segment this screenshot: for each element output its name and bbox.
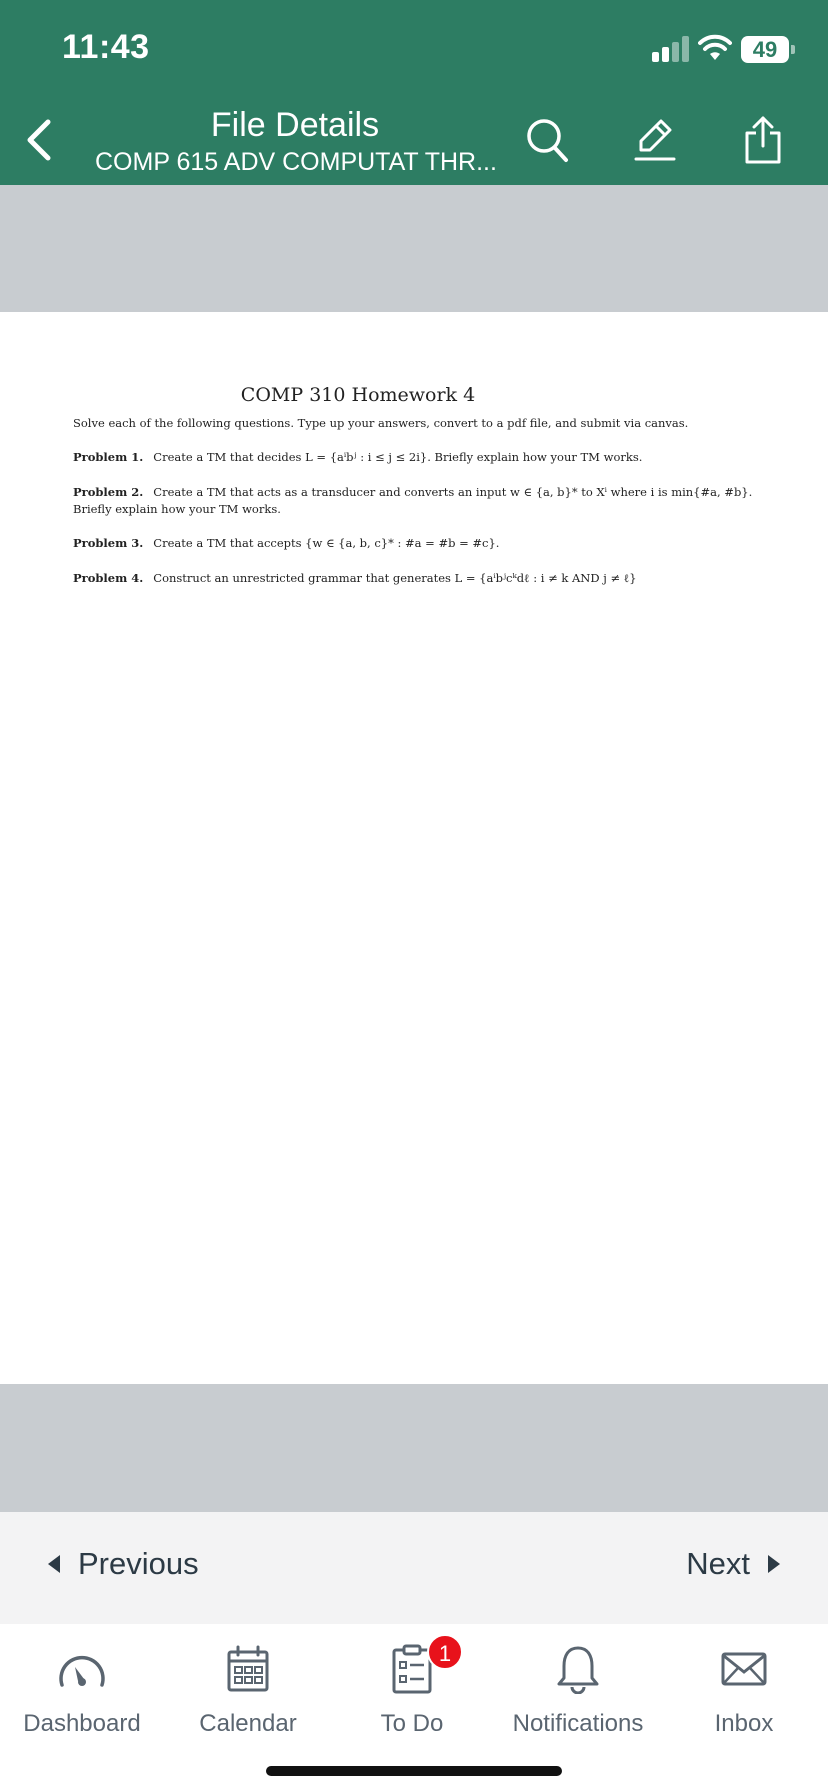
previous-label: Previous: [78, 1546, 199, 1581]
tab-dashboard[interactable]: Dashboard: [2, 1642, 162, 1752]
share-icon: [745, 116, 781, 164]
page-title: File Details: [210, 106, 380, 144]
dashboard-icon: [55, 1642, 109, 1696]
tab-todo[interactable]: 1 To Do: [332, 1634, 492, 1752]
share-button[interactable]: [738, 114, 788, 166]
home-indicator: [266, 1766, 562, 1776]
document-intro: Solve each of the following questions. T…: [73, 416, 689, 430]
annotate-button[interactable]: [630, 114, 680, 166]
tab-label: Dashboard: [23, 1710, 141, 1737]
back-button[interactable]: [20, 114, 60, 166]
todo-badge: 1: [427, 1634, 463, 1670]
tab-label: To Do: [380, 1710, 444, 1737]
bell-icon: [551, 1642, 605, 1696]
problem-text: Create a TM that decides L = {aⁱbʲ : i ≤…: [153, 450, 643, 464]
tab-label: Notifications: [512, 1710, 644, 1737]
tab-label: Inbox: [714, 1710, 774, 1737]
problem-text: Construct an unrestricted grammar that g…: [153, 571, 637, 585]
cellular-signal-icon: [652, 36, 692, 62]
problem-label: Problem 4.: [73, 571, 144, 585]
todo-icon: 1: [385, 1634, 463, 1696]
caret-right-icon: [768, 1555, 780, 1573]
page-subtitle: COMP 615 ADV COMPUTAT THR...: [95, 148, 495, 176]
search-icon: [527, 119, 568, 162]
previous-button[interactable]: Previous: [48, 1546, 199, 1582]
next-label: Next: [686, 1546, 750, 1581]
problem-4: Problem 4. Construct an unrestricted gram…: [73, 570, 763, 586]
highlighter-icon: [634, 119, 676, 161]
battery-tip: [791, 45, 795, 54]
document-title: COMP 310 Homework 4: [240, 384, 476, 406]
viewer-background-bottom: [0, 1384, 828, 1512]
search-button[interactable]: [522, 114, 572, 166]
tab-inbox[interactable]: Inbox: [664, 1642, 824, 1752]
viewer-background-top: [0, 185, 828, 312]
battery-indicator: 49: [741, 36, 789, 63]
problem-2-continued: Briefly explain how your TM works.: [73, 502, 281, 516]
chevron-left-icon: [27, 119, 51, 161]
problem-label: Problem 1.: [73, 450, 144, 464]
problem-text: Create a TM that acts as a transducer an…: [153, 485, 753, 499]
problem-text: Create a TM that accepts {w ∈ {a, b, c}*…: [153, 536, 500, 550]
problem-label: Problem 3.: [73, 536, 144, 550]
problem-2: Problem 2. Create a TM that acts as a tra…: [73, 484, 763, 500]
problem-1: Problem 1. Create a TM that decides L = {…: [73, 449, 763, 465]
pdf-page[interactable]: COMP 310 Homework 4 Solve each of the fo…: [0, 312, 828, 1384]
status-time: 11:43: [62, 28, 150, 66]
file-pager: Previous Next: [0, 1512, 828, 1624]
problem-3: Problem 3. Create a TM that accepts {w ∈ …: [73, 535, 763, 551]
tab-notifications[interactable]: Notifications: [498, 1642, 658, 1752]
app-header: 11:43 49 File Details COMP 615 ADV COMPU…: [0, 0, 828, 185]
tab-calendar[interactable]: Calendar: [168, 1642, 328, 1752]
caret-left-icon: [48, 1555, 60, 1573]
problem-label: Problem 2.: [73, 485, 144, 499]
wifi-icon: [698, 34, 732, 60]
inbox-icon: [717, 1642, 771, 1696]
next-button[interactable]: Next: [686, 1546, 780, 1582]
tab-label: Calendar: [199, 1710, 297, 1737]
calendar-icon: [221, 1642, 275, 1696]
